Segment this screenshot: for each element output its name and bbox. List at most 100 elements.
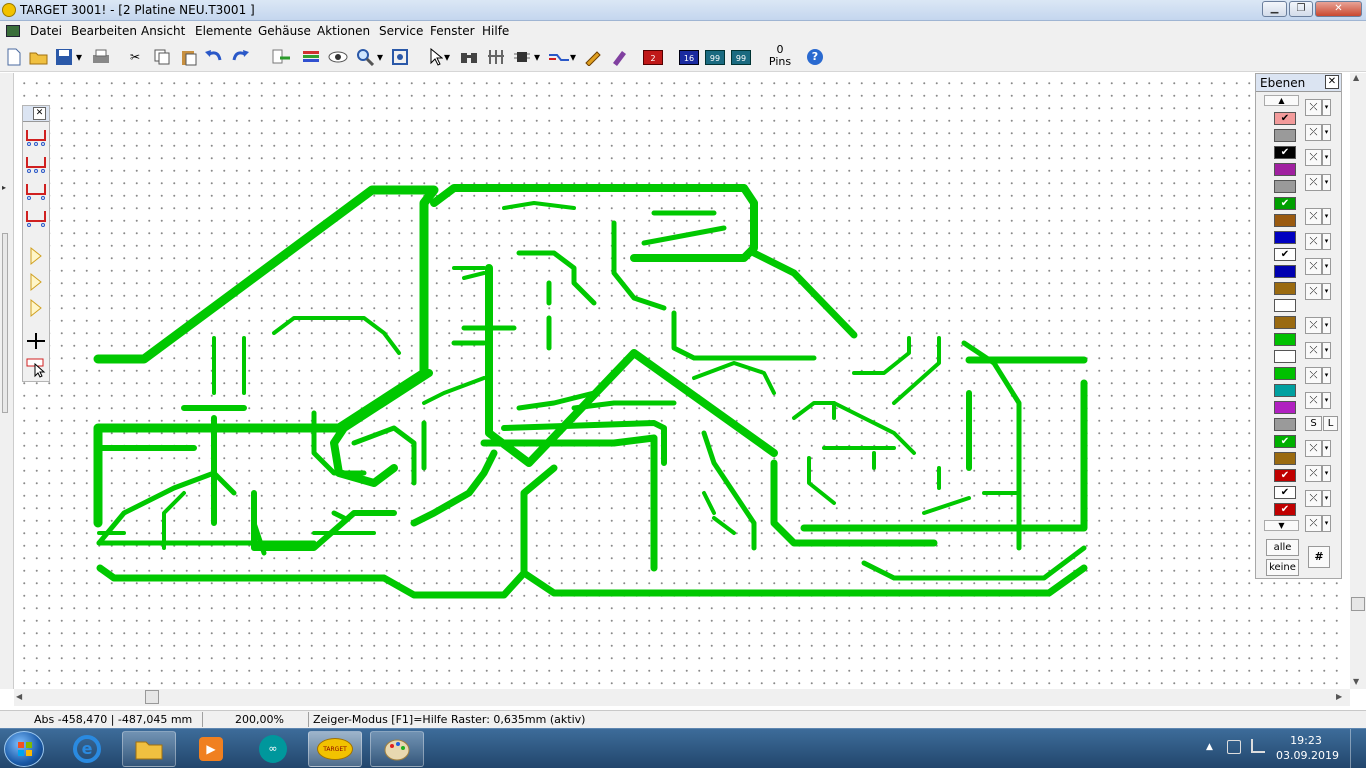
document-icon[interactable] [6, 25, 20, 37]
layer-visibility-toggle[interactable]: ⤫ [1305, 149, 1322, 166]
zoom-fit-icon[interactable] [389, 46, 411, 68]
tray-expand-icon[interactable]: ▲ [1206, 742, 1213, 752]
layer-16-button[interactable]: 16 [678, 46, 700, 68]
layers-scroll-up-icon[interactable]: ▲ [1264, 95, 1299, 106]
wire-icon[interactable] [548, 46, 570, 68]
layer-visibility-dropdown-icon[interactable]: ▾ [1322, 99, 1331, 116]
view-eye-icon[interactable] [327, 46, 349, 68]
layer-visibility-toggle[interactable]: ⤫ [1305, 490, 1322, 507]
layer-swatch[interactable]: ✔ [1274, 435, 1296, 448]
undo-icon[interactable] [203, 46, 225, 68]
open-folder-icon[interactable] [28, 46, 50, 68]
arduino-icon[interactable]: ∞ [246, 731, 300, 767]
network-tray-icon[interactable] [1227, 740, 1241, 754]
layer-visibility-dropdown-icon[interactable]: ▾ [1322, 258, 1331, 275]
menu-ansicht[interactable]: Ansicht [141, 24, 185, 38]
pen-icon[interactable] [582, 46, 604, 68]
layers-close-icon[interactable]: ✕ [1325, 75, 1339, 89]
layer-visibility-dropdown-icon[interactable]: ▾ [1322, 149, 1331, 166]
print-icon[interactable] [90, 46, 112, 68]
splitter-handle[interactable] [2, 233, 8, 413]
layer-visibility-toggle[interactable]: ⤫ [1305, 367, 1322, 384]
layer-99b-button[interactable]: 99 [730, 46, 752, 68]
layer-swatch[interactable] [1274, 282, 1296, 295]
scroll-left-icon[interactable]: ◀ [16, 692, 22, 701]
component-icon[interactable] [485, 46, 507, 68]
menu-fenster[interactable]: Fenster [430, 24, 475, 38]
paste-icon[interactable] [178, 46, 200, 68]
layer-swatch[interactable]: ✔ [1274, 469, 1296, 482]
layer-swatch[interactable] [1274, 367, 1296, 380]
menu-elemente[interactable]: Elemente [195, 24, 252, 38]
chip-dropdown-icon[interactable]: ▾ [532, 46, 542, 68]
layer-swatch[interactable]: ✔ [1274, 146, 1296, 159]
layer-swatch[interactable] [1274, 452, 1296, 465]
layer-l-button[interactable]: L [1323, 416, 1338, 431]
layer-visibility-toggle[interactable]: ⤫ [1305, 233, 1322, 250]
tools-close-icon[interactable]: ✕ [33, 107, 46, 120]
layers-scroll-down-icon[interactable]: ▼ [1264, 520, 1299, 531]
layer-swatch[interactable] [1274, 384, 1296, 397]
scroll-down-icon[interactable]: ▼ [1353, 677, 1359, 686]
layer-swatch[interactable]: ✔ [1274, 197, 1296, 210]
layer-visibility-dropdown-icon[interactable]: ▾ [1322, 367, 1331, 384]
chip-icon[interactable] [511, 46, 533, 68]
layers-all-button[interactable]: alle [1266, 539, 1299, 556]
layer-visibility-toggle[interactable]: ⤫ [1305, 124, 1322, 141]
signal-tray-icon[interactable] [1251, 739, 1265, 753]
layer-visibility-toggle[interactable]: ⤫ [1305, 317, 1322, 334]
horizontal-scrollbar[interactable]: ◀ ▶ [14, 689, 1350, 706]
menu-hilfe[interactable]: Hilfe [482, 24, 509, 38]
layer-visibility-toggle[interactable]: ⤫ [1305, 392, 1322, 409]
zoom-dropdown-icon[interactable]: ▾ [375, 46, 385, 68]
layer-visibility-dropdown-icon[interactable]: ▾ [1322, 465, 1331, 482]
layer-swatch[interactable] [1274, 418, 1296, 431]
layer-visibility-toggle[interactable]: ⤫ [1305, 515, 1322, 532]
explorer-folder-icon[interactable] [122, 731, 176, 767]
layer-99a-button[interactable]: 99 [704, 46, 726, 68]
layer-swatch[interactable] [1274, 214, 1296, 227]
layer-visibility-toggle[interactable]: ⤫ [1305, 440, 1322, 457]
layer-visibility-toggle[interactable]: ⤫ [1305, 258, 1322, 275]
media-player-icon[interactable]: ▶ [184, 731, 238, 767]
layer-visibility-dropdown-icon[interactable]: ▾ [1322, 283, 1331, 300]
layer-visibility-dropdown-icon[interactable]: ▾ [1322, 515, 1331, 532]
layer-swatch[interactable] [1274, 180, 1296, 193]
vertical-scroll-thumb[interactable] [1351, 597, 1365, 611]
layers-none-button[interactable]: keine [1266, 559, 1299, 576]
layer-visibility-toggle[interactable]: ⤫ [1305, 342, 1322, 359]
paint-icon[interactable] [370, 731, 424, 767]
layer-visibility-dropdown-icon[interactable]: ▾ [1322, 208, 1331, 225]
import-icon[interactable] [270, 46, 292, 68]
menu-bearbeiten[interactable]: Bearbeiten [71, 24, 137, 38]
layer-swatch[interactable]: ✔ [1274, 112, 1296, 125]
layer-visibility-dropdown-icon[interactable]: ▾ [1322, 490, 1331, 507]
save-icon[interactable] [53, 46, 75, 68]
layers-icon[interactable] [300, 46, 322, 68]
new-file-icon[interactable] [3, 46, 25, 68]
start-button[interactable] [4, 731, 44, 767]
target3001-taskbar-icon[interactable]: TARGET [308, 731, 362, 767]
zoom-icon[interactable] [354, 46, 376, 68]
clock[interactable]: 19:23 03.09.2019 [1276, 733, 1339, 763]
help-icon[interactable]: ? [804, 46, 826, 68]
layer-swatch[interactable] [1274, 163, 1296, 176]
show-desktop-button[interactable] [1350, 729, 1366, 769]
layer-swatch[interactable]: ✔ [1274, 248, 1296, 261]
layer-visibility-dropdown-icon[interactable]: ▾ [1322, 440, 1331, 457]
layer-swatch[interactable] [1274, 299, 1296, 312]
layer-swatch[interactable] [1274, 401, 1296, 414]
layer-visibility-toggle[interactable]: ⤫ [1305, 99, 1322, 116]
scroll-up-icon[interactable]: ▲ [1353, 73, 1359, 82]
layer-swatch[interactable] [1274, 231, 1296, 244]
binoculars-icon[interactable] [458, 46, 480, 68]
menu-gehaeuse[interactable]: Gehäuse [258, 24, 311, 38]
pcb-canvas[interactable]: ✕ [14, 73, 1342, 689]
layer-swatch[interactable] [1274, 333, 1296, 346]
copy-icon[interactable] [151, 46, 173, 68]
close-button[interactable]: ✕ [1315, 1, 1362, 17]
layer-swatch[interactable] [1274, 316, 1296, 329]
layer-2-button[interactable]: 2 [642, 46, 664, 68]
layers-grid-button[interactable]: # [1308, 546, 1330, 568]
maximize-button[interactable]: ❐ [1289, 1, 1313, 17]
